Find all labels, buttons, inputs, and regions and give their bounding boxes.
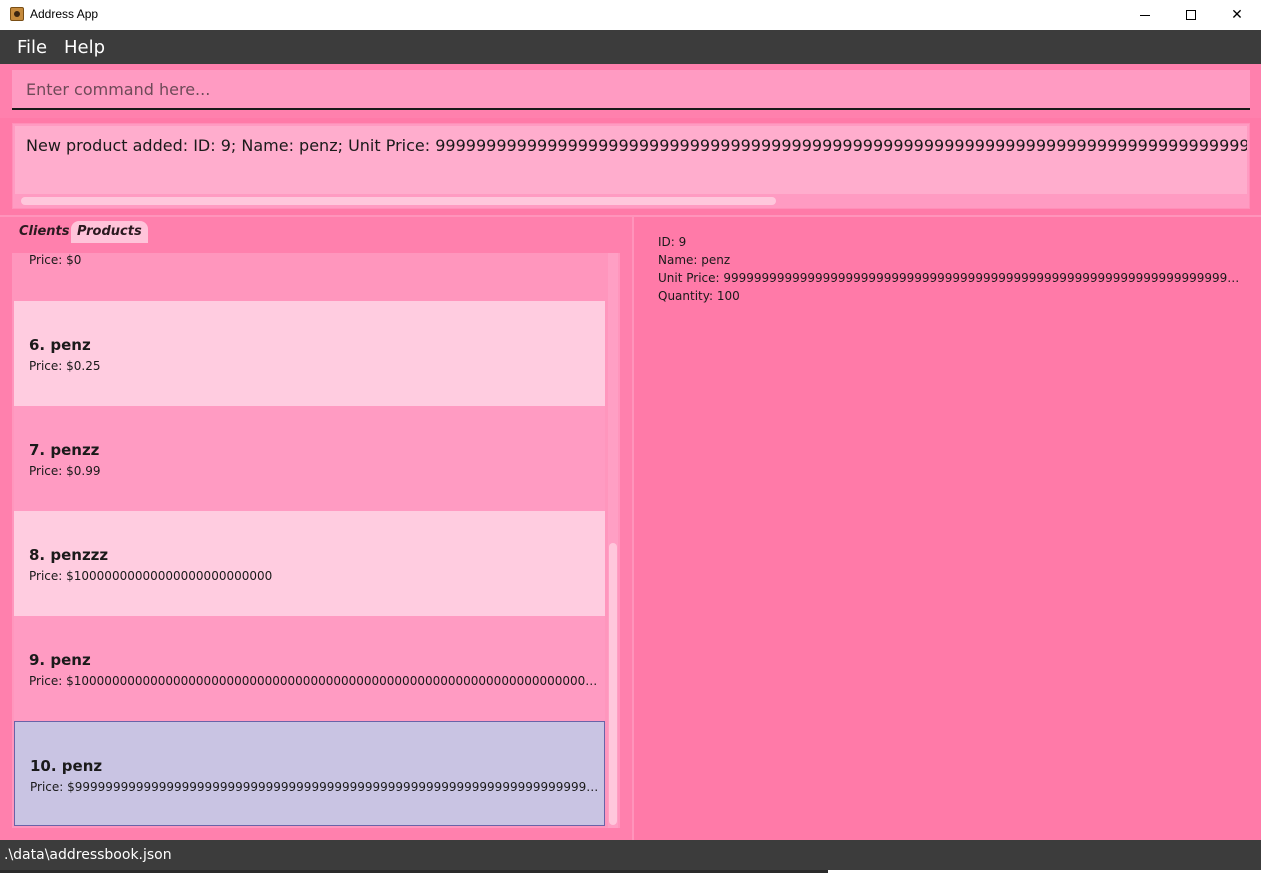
list-item-selected[interactable]: 10. penz Price: $99999999999999999999999…	[14, 721, 605, 826]
list-item[interactable]: 6. penz Price: $0.25	[14, 301, 605, 406]
list-item-price: Price: $0.99	[29, 464, 101, 478]
command-box	[0, 64, 1261, 118]
detail-panel: ID: 9 Name: penz Unit Price: 99999999999…	[634, 217, 1261, 840]
list-item-price: Price: $0	[29, 253, 82, 267]
list-item-title: 10. penz	[30, 757, 103, 775]
list-item-price: Price: $10000000000000000000000000000000…	[29, 674, 599, 688]
app-icon	[10, 7, 24, 21]
menu-file[interactable]: File	[17, 37, 47, 58]
result-horizontal-scrollbar[interactable]	[21, 197, 776, 205]
menu-bar: File Help	[0, 30, 1261, 64]
list-item[interactable]: 9. penz Price: $100000000000000000000000…	[14, 616, 605, 721]
detail-unit-price: Unit Price: 9999999999999999999999999999…	[658, 271, 1243, 285]
detail-name: Name: penz	[658, 253, 731, 267]
tab-products[interactable]: Products	[71, 221, 148, 243]
tab-clients[interactable]: Clients	[13, 221, 75, 243]
result-text-area[interactable]: New product added: ID: 9; Name: penz; Un…	[15, 126, 1247, 194]
save-location: .\data\addressbook.json	[4, 847, 172, 863]
window-title: Address App	[30, 7, 99, 21]
product-list[interactable]: Price: $0 6. penz Price: $0.25 7. penzz …	[12, 253, 620, 828]
minimize-button[interactable]	[1122, 0, 1168, 30]
detail-id: ID: 9	[658, 235, 687, 249]
title-bar: Address App ✕	[0, 0, 1261, 30]
list-item[interactable]: 7. penzz Price: $0.99	[14, 406, 605, 511]
list-panel: Clients Products Price: $0 6. penz Price…	[0, 217, 632, 840]
maximize-icon	[1186, 10, 1196, 20]
detail-quantity: Quantity: 100	[658, 289, 740, 303]
list-item-title: 9. penz	[29, 651, 91, 669]
list-item-price: Price: $99999999999999999999999999999999…	[30, 780, 600, 794]
list-scroll-thumb[interactable]	[609, 543, 617, 825]
result-message: New product added: ID: 9; Name: penz; Un…	[26, 136, 1247, 155]
list-item-title: 6. penz	[29, 336, 91, 354]
result-display: New product added: ID: 9; Name: penz; Un…	[12, 123, 1250, 209]
command-input[interactable]	[12, 70, 1250, 110]
list-item-price: Price: $10000000000000000000000000	[29, 569, 273, 583]
status-bar: .\data\addressbook.json	[0, 840, 1261, 870]
minimize-icon	[1140, 14, 1150, 16]
list-item[interactable]: 8. penzzz Price: $1000000000000000000000…	[14, 511, 605, 616]
menu-help[interactable]: Help	[64, 37, 105, 58]
list-item-title: 7. penzz	[29, 441, 100, 459]
list-item-price: Price: $0.25	[29, 359, 101, 373]
list-vertical-scrollbar[interactable]	[608, 253, 618, 828]
list-item-title: 8. penzzz	[29, 546, 109, 564]
close-button[interactable]: ✕	[1214, 0, 1260, 30]
close-icon: ✕	[1231, 7, 1243, 23]
maximize-button[interactable]	[1168, 0, 1214, 30]
